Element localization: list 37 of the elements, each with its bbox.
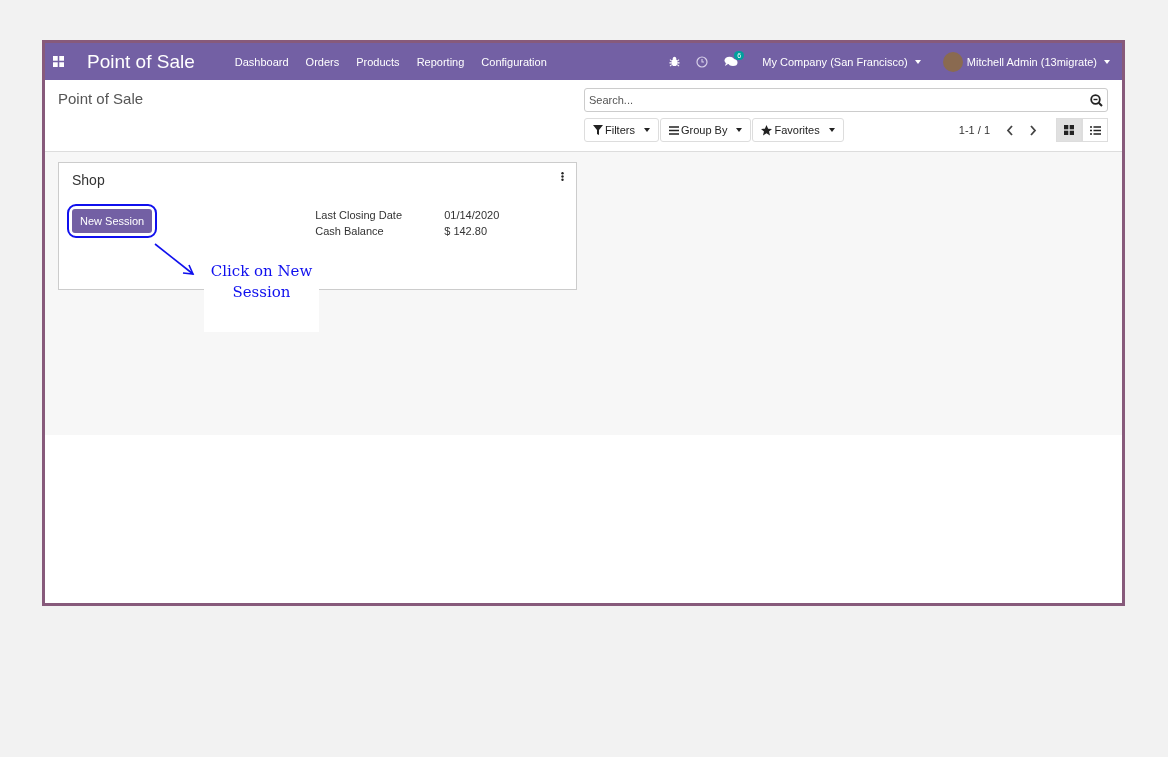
user-menu[interactable]: Mitchell Admin (13migrate) xyxy=(966,55,1110,68)
field-value: 01/14/2020 xyxy=(444,209,500,222)
bug-icon[interactable] xyxy=(669,56,681,67)
menu-item[interactable]: Reporting xyxy=(416,55,465,68)
chat-icon[interactable] xyxy=(724,56,739,67)
field-label: Cash Balance xyxy=(315,225,385,238)
field-value: $ 142.80 xyxy=(444,225,489,238)
next-page-icon[interactable] xyxy=(1029,124,1037,136)
menu-item[interactable]: Orders xyxy=(305,55,340,68)
breadcrumb: Point of Sale xyxy=(58,90,144,107)
previous-page-icon[interactable] xyxy=(1006,124,1014,136)
app-title: Point of Sale xyxy=(87,50,195,73)
field-label: Last Closing Date xyxy=(315,209,404,222)
pointer-arrow xyxy=(153,242,197,278)
kanban-view-button[interactable] xyxy=(1056,118,1082,142)
annotation-text: Click on New Session xyxy=(210,262,313,301)
apps-grid-icon[interactable] xyxy=(53,56,64,67)
funnel-icon xyxy=(593,125,603,135)
list-view-button[interactable] xyxy=(1082,118,1108,142)
menu-item[interactable]: Products xyxy=(356,55,400,68)
search-field[interactable]: Search... xyxy=(584,88,1108,112)
list-icon xyxy=(1089,125,1101,135)
clock-icon[interactable] xyxy=(696,55,709,68)
grid-icon xyxy=(1064,125,1074,135)
card-title: Shop xyxy=(72,172,105,188)
search-icon[interactable] xyxy=(1090,94,1103,107)
star-icon xyxy=(761,124,773,136)
company-switcher[interactable]: My Company (San Francisco) xyxy=(762,55,921,68)
filter-dropdown-button[interactable]: Favorites xyxy=(752,118,844,142)
menu-item[interactable]: Configuration xyxy=(481,55,547,68)
filter-dropdown-button[interactable]: Group By xyxy=(659,118,752,142)
new-session-button[interactable]: New Session xyxy=(72,209,153,233)
lines-icon xyxy=(668,125,679,135)
filter-dropdown-button[interactable]: Filters xyxy=(584,118,659,142)
menu-item[interactable]: Dashboard xyxy=(234,55,289,68)
more-options-icon[interactable] xyxy=(561,172,564,181)
pager-value: 1-1 / 1 xyxy=(958,124,990,136)
